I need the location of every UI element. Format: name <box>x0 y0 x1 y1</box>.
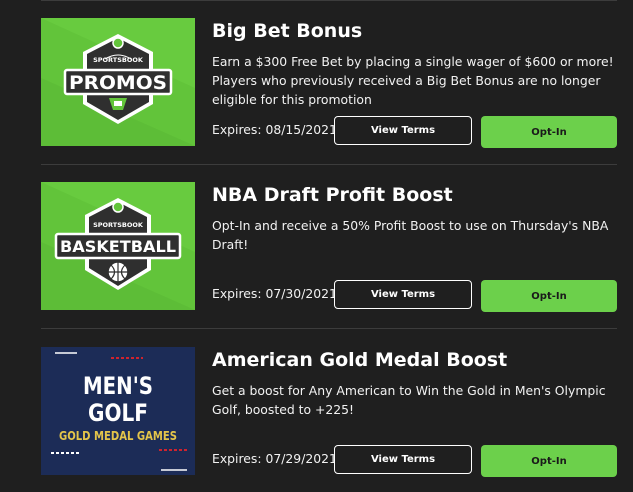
sportsbook-basketball-logo-icon: SPORTSBOOK BASKETBALL <box>41 182 195 310</box>
promo-image: SPORTSBOOK PROMOS <box>41 18 195 146</box>
view-terms-button[interactable]: View Terms <box>334 445 472 474</box>
svg-text:PROMOS: PROMOS <box>69 72 167 94</box>
opt-in-button[interactable]: Opt-In <box>481 280 617 312</box>
promo-card-big-bet-bonus: SPORTSBOOK PROMOS Big Bet Bonus Earn a $… <box>41 18 617 148</box>
view-terms-button[interactable]: View Terms <box>334 280 472 309</box>
promotions-list: SPORTSBOOK PROMOS Big Bet Bonus Earn a $… <box>0 0 633 492</box>
promo-card-nba-draft-profit-boost: SPORTSBOOK BASKETBALL NBA Draft Profit B… <box>41 182 617 312</box>
divider <box>41 164 617 165</box>
promo-description: Opt-In and receive a 50% Profit Boost to… <box>212 218 609 252</box>
sportsbook-promos-logo-icon: SPORTSBOOK PROMOS <box>41 18 195 146</box>
promo-card-american-gold-medal-boost: MEN'S GOLF GOLD MEDAL GAMES American Gol… <box>41 347 617 477</box>
svg-text:GOLF: GOLF <box>88 399 148 427</box>
opt-in-button[interactable]: Opt-In <box>481 445 617 477</box>
svg-text:GOLD MEDAL GAMES: GOLD MEDAL GAMES <box>59 429 177 443</box>
svg-text:SPORTSBOOK: SPORTSBOOK <box>93 221 144 229</box>
promo-title: American Gold Medal Boost <box>212 349 508 371</box>
divider <box>41 0 617 1</box>
svg-text:MEN'S: MEN'S <box>83 372 153 400</box>
promo-expiry-date: Expires: 07/29/2021 <box>212 451 337 466</box>
svg-text:BASKETBALL: BASKETBALL <box>60 237 176 256</box>
svg-text:SPORTSBOOK: SPORTSBOOK <box>93 56 144 64</box>
promo-expiry-date: Expires: 07/30/2021 <box>212 286 337 301</box>
promo-image: MEN'S GOLF GOLD MEDAL GAMES <box>41 347 195 475</box>
mens-golf-gold-medal-games-graphic-icon: MEN'S GOLF GOLD MEDAL GAMES <box>41 347 195 475</box>
view-terms-button[interactable]: View Terms <box>334 116 472 145</box>
promo-title: NBA Draft Profit Boost <box>212 184 453 206</box>
promo-title: Big Bet Bonus <box>212 20 363 42</box>
opt-in-button[interactable]: Opt-In <box>481 116 617 148</box>
divider <box>41 328 617 329</box>
promo-description: Get a boost for Any American to Win the … <box>212 383 606 417</box>
promo-image: SPORTSBOOK BASKETBALL <box>41 182 195 310</box>
promo-expiry-date: Expires: 08/15/2021 <box>212 122 337 137</box>
promo-description: Earn a $300 Free Bet by placing a single… <box>212 54 614 107</box>
